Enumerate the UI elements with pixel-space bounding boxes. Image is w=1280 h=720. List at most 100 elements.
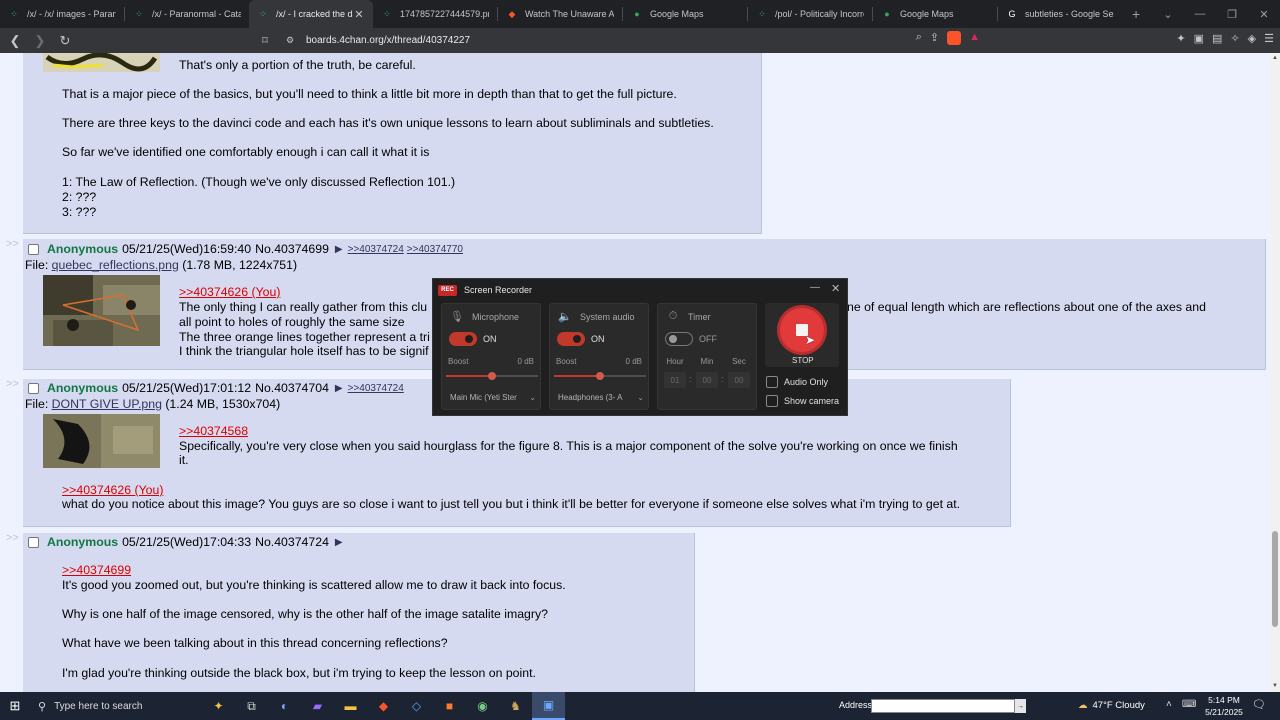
tab-search-icon[interactable]: ⌄	[1152, 8, 1184, 21]
post-thumbnail-top[interactable]	[43, 53, 160, 72]
backlink[interactable]: >>40374770	[407, 244, 463, 255]
scroll-down-icon[interactable]: ▼	[1272, 683, 1278, 689]
browser-tab[interactable]: ● Google Maps	[873, 0, 997, 28]
address-bar[interactable]: ⌑ ⚙ boards.4chan.org/x/thread/40374227	[258, 30, 998, 51]
browser-tab[interactable]: Gsubtleties - Google Searc	[998, 0, 1122, 28]
sec-input[interactable]: 00	[728, 372, 750, 388]
copilot-sparkle-icon[interactable]: ✦	[202, 692, 235, 720]
leo-ai-icon[interactable]: ✧	[1230, 32, 1239, 45]
task-view-icon[interactable]: ⧉	[235, 692, 268, 720]
taskbar-clock[interactable]: 5:14 PM 5/21/2025	[1202, 694, 1246, 718]
brave-icon: ◆	[508, 8, 516, 19]
microphone-toggle[interactable]	[449, 332, 477, 346]
post-number[interactable]: No.40374699	[255, 242, 329, 256]
browser-tab[interactable]: ⁘ 1747857227444579.png	[373, 0, 497, 28]
quote-link[interactable]: >>40374626 (You)	[179, 285, 280, 299]
browser-tab-active[interactable]: ⁘/x/ - I cracked the da ✕	[249, 0, 373, 28]
system-audio-boost-slider[interactable]	[554, 372, 646, 380]
share-icon[interactable]: ⇪	[930, 31, 939, 45]
timer-toggle[interactable]	[665, 332, 693, 346]
brave-rewards-icon[interactable]: ▲	[969, 31, 980, 45]
show-camera-checkbox[interactable]: Show camera	[766, 395, 839, 407]
go-arrow-icon[interactable]: →	[1015, 699, 1026, 713]
copilot-icon[interactable]: ◐	[268, 692, 301, 720]
brave-shields-icon[interactable]	[947, 31, 962, 45]
post-checkbox[interactable]	[28, 382, 39, 394]
close-icon[interactable]: ✕	[831, 282, 840, 295]
brave-browser-icon[interactable]: ◆	[367, 692, 400, 720]
system-audio-toggle[interactable]	[557, 332, 585, 346]
reload-icon[interactable]: ↻	[55, 33, 75, 49]
browser-tab[interactable]: ● Google Maps	[623, 0, 747, 28]
address-toolbar-input[interactable]	[871, 699, 1015, 713]
post-thumbnail[interactable]	[43, 275, 160, 346]
backlink[interactable]: >>40374724	[348, 244, 404, 255]
extensions-icon[interactable]: ✦	[1176, 32, 1185, 45]
page-scrollbar[interactable]: ▲ ▼	[1270, 53, 1280, 692]
new-tab-button[interactable]: +	[1122, 6, 1150, 22]
slider-knob[interactable]	[488, 372, 496, 380]
hour-input[interactable]: 01	[664, 372, 686, 388]
quote-link[interactable]: >>40374626 (You)	[62, 483, 163, 497]
maximize-icon[interactable]: ❐	[1216, 8, 1248, 21]
microphone-boost-slider[interactable]	[446, 372, 538, 380]
post-number[interactable]: No.40374724	[255, 535, 329, 549]
bookmark-icon[interactable]: ⌑	[258, 34, 272, 47]
post-thumbnail[interactable]	[43, 414, 160, 468]
quote-link[interactable]: >>40374699	[62, 563, 131, 577]
system-audio-device-select[interactable]: Headphones (3- A ⌄	[558, 393, 644, 402]
app-icon[interactable]: ■	[433, 692, 466, 720]
url-text[interactable]: boards.4chan.org/x/thread/40374227	[306, 35, 470, 46]
microphone-device-select[interactable]: Main Mic (Yeti Ster ⌄	[450, 393, 536, 402]
tray-chevron-up-icon[interactable]: ˄	[1166, 699, 1172, 710]
post-menu-icon[interactable]: ▶	[335, 383, 343, 394]
screen-recorder-taskbar-icon[interactable]: ▣	[532, 692, 565, 720]
back-icon[interactable]: ❮	[5, 33, 25, 49]
wallet-icon[interactable]: ▤	[1212, 32, 1222, 45]
slider-knob[interactable]	[596, 372, 604, 380]
checkbox-box[interactable]	[766, 395, 778, 407]
browser-tab[interactable]: ⁘/x/ - Paranormal - Catalo	[125, 0, 249, 28]
post-menu-icon[interactable]: ▶	[335, 537, 343, 548]
scroll-thumb[interactable]	[1272, 531, 1278, 627]
vpn-icon[interactable]: ◈	[1248, 32, 1256, 45]
post-info: Anonymous 05/21/25(Wed)17:04:33 No.40374…	[28, 535, 348, 549]
audio-only-checkbox[interactable]: Audio Only	[766, 376, 828, 388]
zoom-icon[interactable]: ⌕	[916, 31, 922, 45]
notification-icon[interactable]: 🗨	[1252, 698, 1266, 711]
close-tab-icon[interactable]: ✕	[353, 8, 365, 21]
system-audio-label: System audio	[580, 311, 635, 322]
google-icon: G	[1008, 9, 1016, 19]
post-checkbox[interactable]	[28, 536, 39, 548]
taskbar-search[interactable]: ⚲ Type here to search	[30, 692, 200, 720]
post-checkbox[interactable]	[28, 243, 39, 255]
min-input[interactable]: 00	[696, 372, 718, 388]
menu-icon[interactable]: ☰	[1264, 32, 1274, 45]
file-explorer-icon[interactable]: ▬	[334, 692, 367, 720]
windows-start-icon[interactable]: ⊞	[0, 692, 30, 720]
app-icon[interactable]: ♞	[499, 692, 532, 720]
file-link[interactable]: quebec_reflections.png	[52, 258, 179, 272]
minimize-icon[interactable]: —	[810, 282, 820, 293]
forward-icon[interactable]: ❯	[30, 33, 50, 49]
checkbox-box[interactable]	[766, 376, 778, 388]
keyboard-icon[interactable]: ⌨	[1182, 699, 1196, 710]
quote-link[interactable]: >>40374568	[179, 424, 248, 438]
app-icon[interactable]: ◇	[400, 692, 433, 720]
file-link[interactable]: DONT GIVE UP.png	[52, 397, 162, 411]
browser-tab[interactable]: ⁘/x/ - /x/ images - Paranor	[0, 0, 124, 28]
sidebar-icon[interactable]: ▣	[1194, 32, 1204, 45]
app-icon[interactable]: ◉	[466, 692, 499, 720]
minimize-icon[interactable]: —	[1184, 8, 1216, 20]
site-info-icon[interactable]: ⚙	[286, 35, 298, 46]
scroll-up-icon[interactable]: ▲	[1272, 55, 1278, 61]
browser-tab[interactable]: ◆Watch The Unaware Atel	[498, 0, 622, 28]
close-window-icon[interactable]: ✕	[1248, 8, 1280, 21]
app-icon[interactable]: ▰	[301, 692, 334, 720]
stop-button[interactable]	[780, 308, 824, 352]
weather-widget[interactable]: ☁ 47°F Cloudy	[1078, 700, 1145, 711]
backlink[interactable]: >>40374724	[348, 383, 404, 394]
post-number[interactable]: No.40374704	[255, 381, 329, 395]
post-menu-icon[interactable]: ▶	[335, 244, 343, 255]
browser-tab[interactable]: ⁘/pol/ - Politically Incorrect	[748, 0, 872, 28]
